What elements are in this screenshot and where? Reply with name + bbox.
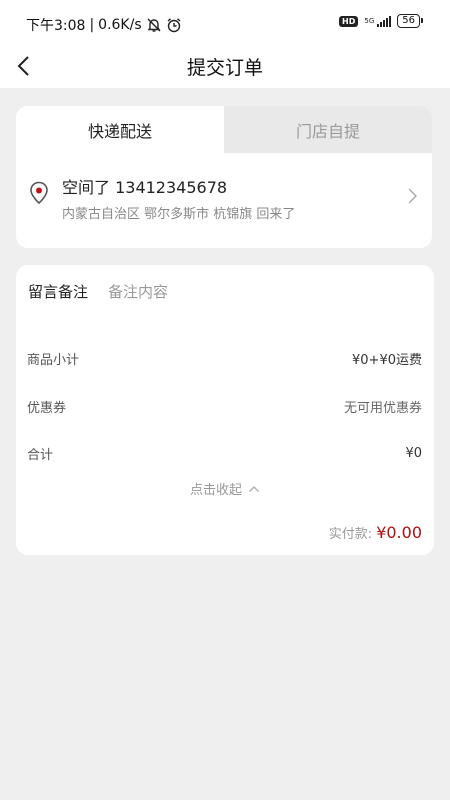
payable-amount: ¥0.00 xyxy=(376,523,422,542)
total-row: 合计 ¥0 xyxy=(27,444,422,463)
alarm-icon xyxy=(167,18,181,33)
delivery-tabs: 快递配送 门店自提 xyxy=(16,106,432,153)
coupon-label: 优惠券 xyxy=(27,401,67,416)
status-right: HD 5G 56 xyxy=(339,14,423,28)
total-value: ¥0 xyxy=(405,446,422,461)
coupon-value: 无可用优惠券 xyxy=(343,401,422,416)
remark-row: 留言备注 xyxy=(28,281,399,302)
bell-mute-icon xyxy=(147,18,161,32)
payable-row: 实付款: ¥0.00 xyxy=(329,523,422,542)
battery-level: 56 xyxy=(402,15,415,26)
network-speed: 0.6K/s xyxy=(98,17,142,33)
subtotal-value: ¥0+¥0运费 xyxy=(352,353,422,368)
order-summary-card: 留言备注 商品小计 ¥0+¥0运费 优惠券 无可用优惠券 合计 ¥0 点击收起 … xyxy=(16,265,434,555)
status-time: 下午3:08 xyxy=(26,18,86,34)
payable-label: 实付款: xyxy=(328,527,373,542)
chevron-right-icon xyxy=(408,188,417,204)
page-title: 提交订单 xyxy=(186,57,263,79)
signal-icon xyxy=(377,15,392,27)
remark-input[interactable] xyxy=(108,282,399,301)
collapse-label: 点击收起 xyxy=(189,483,242,498)
remark-label: 留言备注 xyxy=(28,283,89,301)
address-detail: 内蒙古自治区 鄂尔多斯市 杭锦旗 回来了 xyxy=(62,207,296,222)
tab-express-delivery[interactable]: 快递配送 xyxy=(16,106,224,153)
delivery-card: 快递配送 门店自提 空间了 13412345678 内蒙古自治区 鄂尔多斯市 杭… xyxy=(16,106,432,248)
subtotal-label: 商品小计 xyxy=(27,353,80,368)
subtotal-row: 商品小计 ¥0+¥0运费 xyxy=(27,349,422,368)
hd-badge: HD xyxy=(339,15,359,27)
status-separator: | xyxy=(89,17,95,33)
address-name-phone: 空间了 13412345678 xyxy=(62,178,228,197)
coupon-row[interactable]: 优惠券 无可用优惠券 xyxy=(27,397,422,416)
location-pin-icon xyxy=(30,181,48,205)
chevron-up-icon xyxy=(249,485,259,492)
address-row[interactable]: 空间了 13412345678 内蒙古自治区 鄂尔多斯市 杭锦旗 回来了 xyxy=(16,153,432,248)
collapse-button[interactable]: 点击收起 xyxy=(16,479,434,498)
total-label: 合计 xyxy=(27,448,54,463)
network-type: 5G xyxy=(364,17,375,25)
tab-store-pickup[interactable]: 门店自提 xyxy=(224,106,432,153)
status-left: 下午3:08 | 0.6K/s xyxy=(26,15,182,35)
battery-icon: 56 xyxy=(397,14,423,28)
status-bar: 下午3:08 | 0.6K/s HD 5G 56 xyxy=(0,0,450,44)
nav-bar: 提交订单 xyxy=(0,44,450,88)
